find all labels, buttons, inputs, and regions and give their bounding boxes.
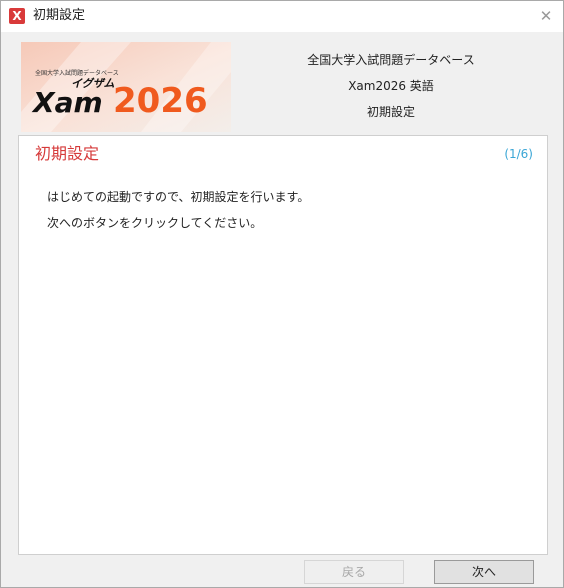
dialog-subtitle: 初期設定 — [366, 105, 415, 119]
app-icon-glyph: X — [12, 9, 22, 23]
next-button[interactable]: 次へ — [434, 560, 534, 584]
panel-body: はじめての起動ですので、初期設定を行います。 次へのボタンをクリックしてください… — [47, 184, 309, 236]
instruction-line: はじめての起動ですので、初期設定を行います。 — [47, 190, 310, 204]
window-title: 初期設定 — [33, 8, 86, 23]
banner-graphic: 全国大学入試問題データベース イグザム Xam 2026 — [21, 42, 231, 132]
panel-title: 初期設定 — [35, 144, 100, 163]
title-bar[interactable]: X 初期設定 ✕ — [1, 1, 563, 32]
banner-logo-letters: Xam — [31, 86, 103, 119]
product-header: 全国大学入試問題データベース Xam2026 英語 初期設定 — [271, 47, 511, 125]
step-indicator: (1/6) — [504, 147, 533, 161]
content-panel: 初期設定 (1/6) はじめての起動ですので、初期設定を行います。 次へのボタン… — [18, 135, 548, 555]
app-icon: X — [9, 8, 25, 24]
product-database-name: 全国大学入試問題データベース — [307, 53, 475, 67]
close-icon: ✕ — [539, 7, 553, 25]
banner-caption: 全国大学入試問題データベース — [35, 69, 119, 77]
close-button[interactable]: ✕ — [535, 6, 557, 26]
setup-dialog: X 初期設定 ✕ 全国大学入試問題データベース イグザム Xam 2026 全国… — [0, 0, 564, 588]
instruction-line: 次へのボタンをクリックしてください。 — [47, 216, 263, 230]
banner-logo-year: 2026 — [113, 81, 208, 121]
product-edition: Xam2026 英語 — [348, 79, 434, 93]
back-button[interactable]: 戻る — [304, 560, 404, 584]
xam-logo-banner: 全国大学入試問題データベース イグザム Xam 2026 — [21, 42, 231, 132]
